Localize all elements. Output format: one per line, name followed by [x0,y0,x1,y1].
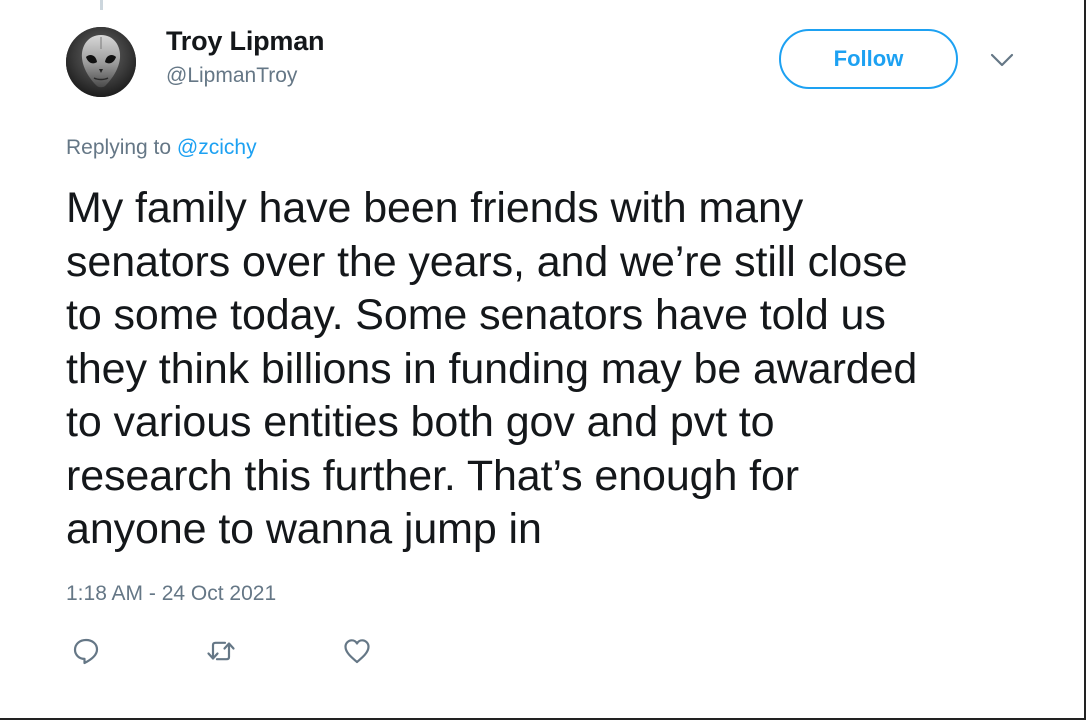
like-button[interactable] [340,634,374,668]
tweet-timestamp[interactable]: 1:18 AM - 24 Oct 2021 [66,582,276,606]
alien-skull-avatar [66,27,136,97]
author-name[interactable]: Troy Lipman [166,26,325,57]
replying-to-label: Replying to [66,136,172,159]
reply-mention-link[interactable]: @zcichy [177,136,257,159]
tweet-card: Troy Lipman @LipmanTroy Follow Replying … [0,0,1086,720]
like-icon [344,639,370,664]
retweet-icon [207,641,235,661]
avatar[interactable] [66,27,136,97]
reply-icon [73,638,99,665]
chevron-down-icon[interactable] [988,50,1016,70]
replying-to: Replying to @zcichy [66,136,257,160]
follow-button[interactable]: Follow [779,29,958,89]
thread-connector [100,0,103,10]
reply-button[interactable] [69,634,103,668]
retweet-button[interactable] [204,634,238,668]
author-handle[interactable]: @LipmanTroy [166,64,297,88]
tweet-text: My family have been friends with many se… [66,184,918,553]
